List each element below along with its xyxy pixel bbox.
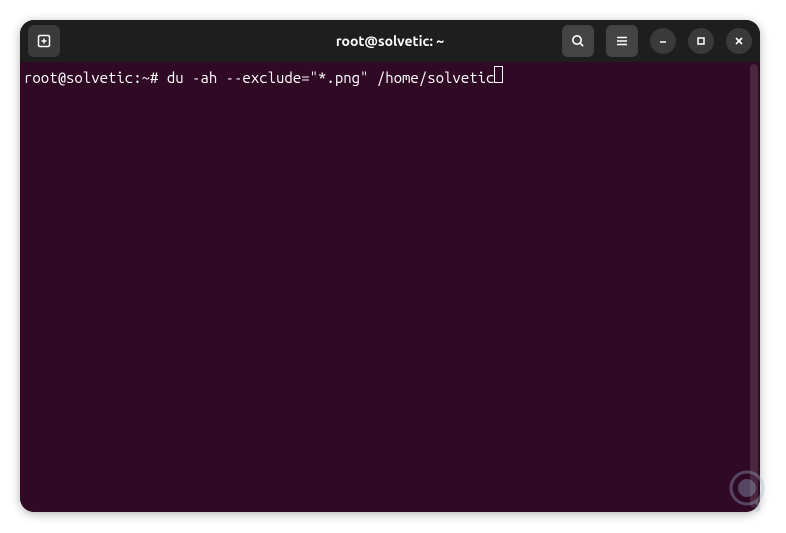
minimize-button[interactable] [650, 28, 676, 54]
prompt-symbol: # [150, 68, 158, 88]
search-icon [570, 33, 586, 49]
maximize-button[interactable] [688, 28, 714, 54]
close-icon [733, 35, 745, 47]
prompt-user: root@solvetic [24, 68, 133, 88]
title-bar: root@solvetic: ~ [20, 20, 760, 62]
prompt-space [158, 68, 166, 88]
new-tab-icon [36, 33, 52, 49]
prompt-path: ~ [142, 68, 150, 88]
new-tab-button[interactable] [28, 25, 60, 57]
hamburger-icon [614, 33, 630, 49]
window-controls [650, 28, 752, 54]
search-button[interactable] [562, 25, 594, 57]
cursor [494, 66, 503, 83]
watermark-icon [722, 465, 772, 515]
scrollbar[interactable] [750, 64, 758, 508]
terminal-body[interactable]: root@solvetic:~# du -ah --exclude="*.png… [20, 62, 760, 512]
prompt-colon: : [133, 68, 141, 88]
menu-button[interactable] [606, 25, 638, 57]
minimize-icon [657, 35, 669, 47]
terminal-line: root@solvetic:~# du -ah --exclude="*.png… [24, 66, 756, 88]
window-title: root@solvetic: ~ [336, 33, 444, 49]
close-button[interactable] [726, 28, 752, 54]
title-bar-right [562, 25, 752, 57]
command-text: du -ah --exclude="*.png" /home/solvetic [167, 68, 495, 88]
maximize-icon [695, 35, 707, 47]
title-bar-left [28, 25, 60, 57]
terminal-window: root@solvetic: ~ [20, 20, 760, 512]
